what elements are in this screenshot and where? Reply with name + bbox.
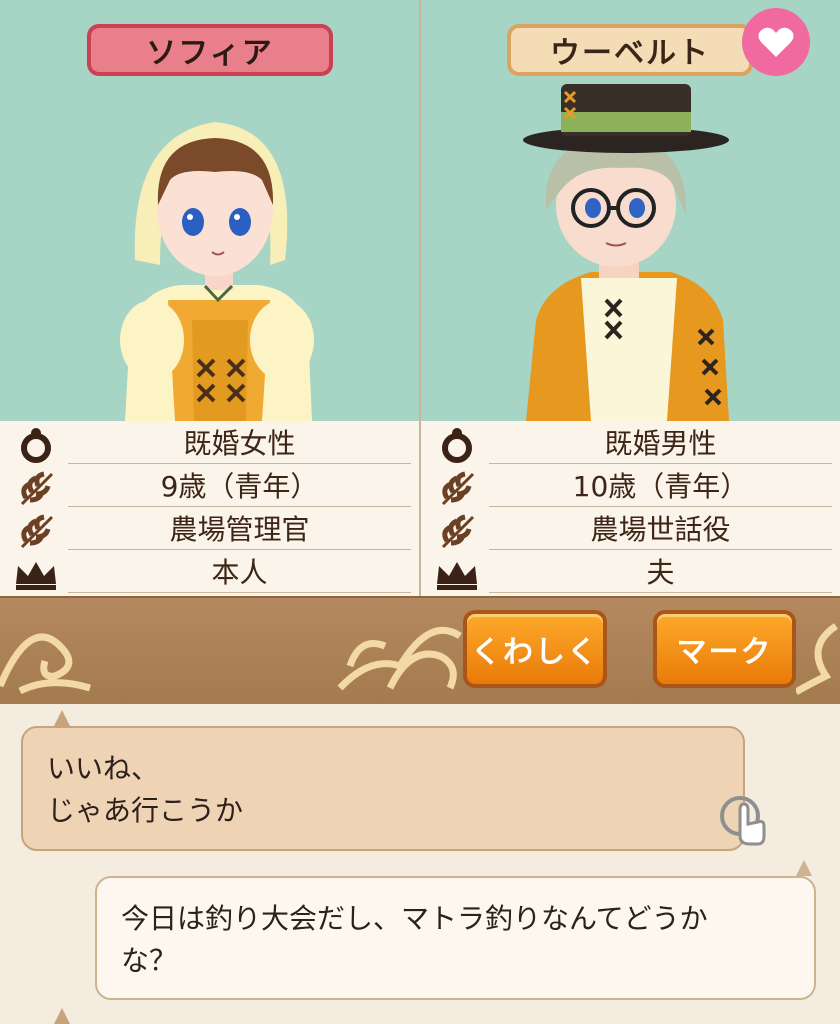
ornament-icon [0, 633, 92, 695]
crown-icon [16, 562, 56, 590]
chat-bubble-spouse[interactable]: いいね、 じゃあ行こうか [21, 726, 745, 851]
character-name-uberto[interactable]: ウーベルト [507, 24, 753, 76]
ornament-icon [796, 623, 839, 696]
bubble-tail [54, 1008, 70, 1024]
info-table-sofia: 既婚女性 9歳（青年） 農場管理官 本人 [0, 421, 419, 596]
character-name-sofia[interactable]: ソフィア [87, 24, 333, 76]
info-row-marital: 既婚男性 [421, 423, 840, 466]
favorite-button[interactable] [742, 8, 810, 76]
chat-text: な？ [121, 944, 178, 977]
crown-icon [437, 562, 477, 590]
leaf-icon [441, 471, 475, 506]
chat-text: いいね、 [47, 752, 160, 785]
bubble-tail [54, 710, 70, 726]
info-row-age: 9歳（青年） [0, 466, 419, 509]
character-portrait-uberto: ウーベルト [421, 0, 840, 421]
info-row-job: 農場管理官 [0, 509, 419, 552]
details-button[interactable]: くわしく [463, 610, 607, 688]
mark-button[interactable]: マーク [653, 610, 796, 688]
leaf-icon [20, 514, 54, 549]
portrait-area: ソフィア ウーベルト [0, 0, 840, 596]
info-age: 9歳（青年） [68, 468, 411, 507]
info-marital: 既婚男性 [489, 425, 832, 464]
info-relation: 夫 [489, 554, 832, 593]
info-relation: 本人 [68, 554, 411, 593]
info-row-age: 10歳（青年） [421, 466, 840, 509]
info-table-uberto: 既婚男性 10歳（青年） 農場世話役 夫 [421, 421, 840, 596]
leaf-icon [441, 514, 475, 549]
bubble-tail [796, 860, 812, 876]
info-row-marital: 既婚女性 [0, 423, 419, 466]
character-portrait-sofia: ソフィア [0, 0, 419, 421]
info-age: 10歳（青年） [489, 468, 832, 507]
info-row-relation: 夫 [421, 552, 840, 595]
info-job: 農場管理官 [68, 511, 411, 550]
ring-icon [442, 428, 472, 463]
ring-icon [21, 428, 51, 463]
ornament-icon [337, 626, 462, 691]
chat-text: じゃあ行こうか [47, 794, 244, 827]
chat-text: 今日は釣り大会だし、マトラ釣りなんてどうか [121, 902, 708, 935]
leaf-icon [20, 471, 54, 506]
info-marital: 既婚女性 [68, 425, 411, 464]
chat-bubble-self[interactable]: 今日は釣り大会だし、マトラ釣りなんてどうか な？ [95, 876, 816, 1000]
info-job: 農場世話役 [489, 511, 832, 550]
info-row-job: 農場世話役 [421, 509, 840, 552]
heart-icon [758, 27, 794, 57]
info-row-relation: 本人 [0, 552, 419, 595]
tap-hand-icon[interactable] [718, 794, 770, 846]
